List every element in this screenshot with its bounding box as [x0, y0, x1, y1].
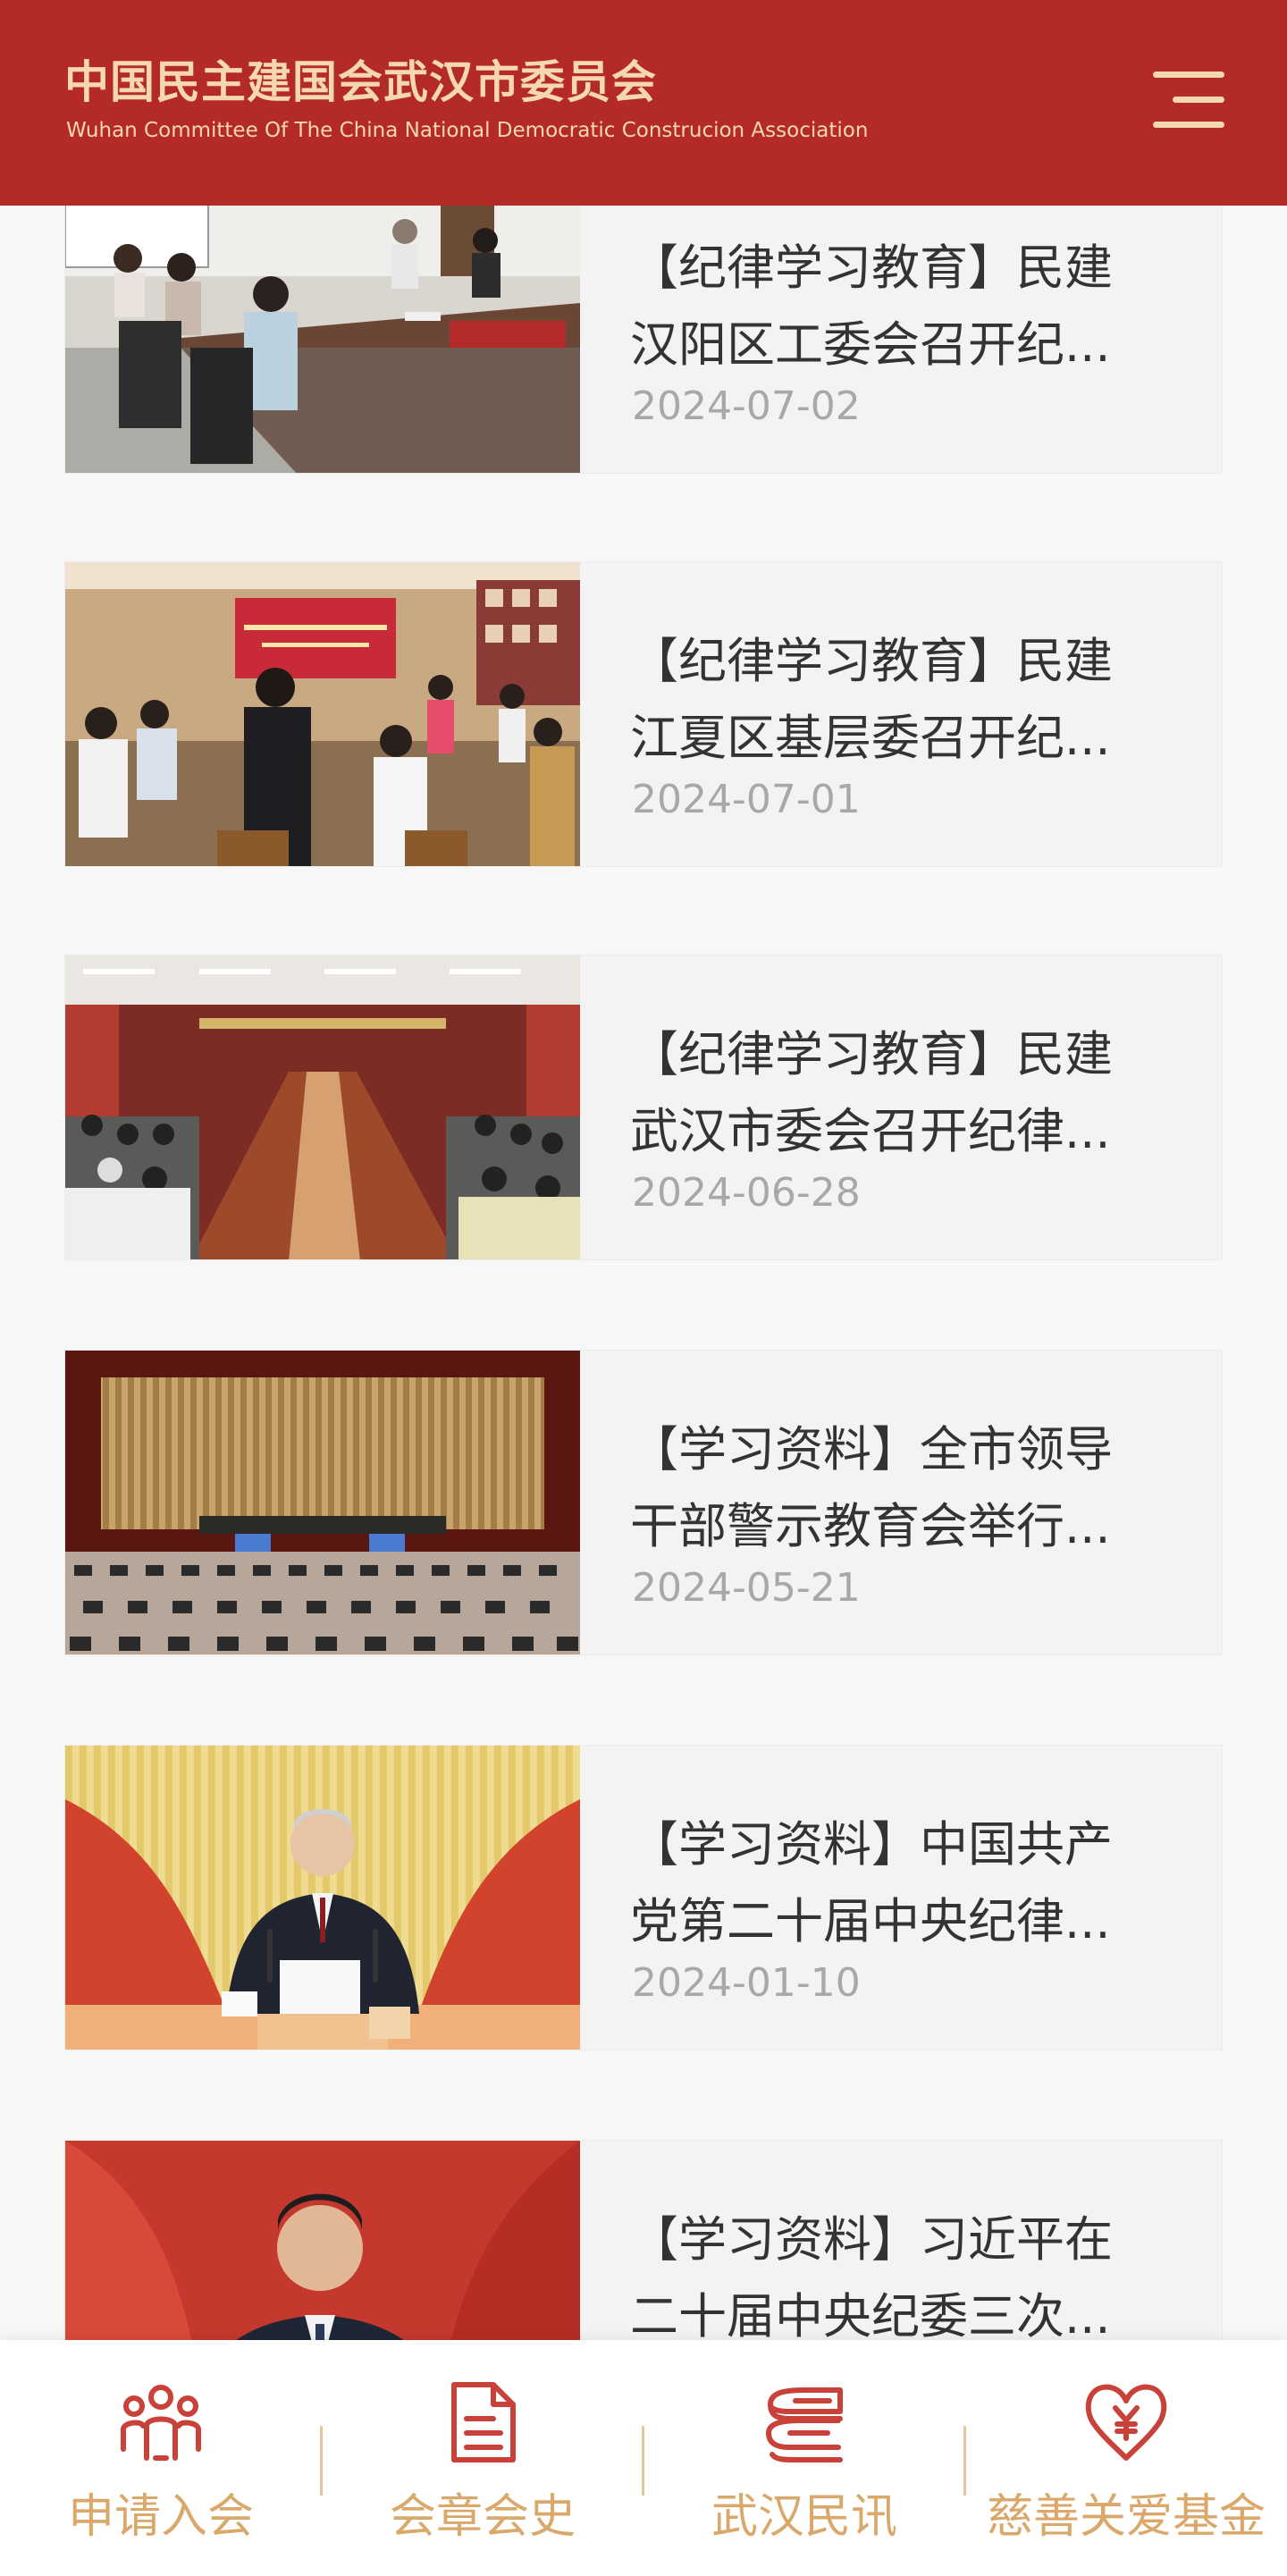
nav-label: 武汉民讯 — [711, 2490, 897, 2544]
site-subtitle: Wuhan Committee Of The China National De… — [66, 119, 869, 142]
news-title[interactable]: 【纪律学习教育】民建 武汉市委会召开纪律... — [630, 1016, 1184, 1170]
news-thumbnail — [65, 562, 580, 866]
people-group-icon — [116, 2378, 206, 2467]
news-title[interactable]: 【学习资料】全市领导 干部警示教育会举行... — [630, 1411, 1184, 1565]
nav-label: 会章会史 — [389, 2490, 576, 2544]
nav-item-charter[interactable]: 会章会史 — [322, 2340, 644, 2576]
heart-yuan-icon — [1081, 2378, 1171, 2467]
nav-label: 慈善关爱基金 — [986, 2490, 1266, 2544]
list-item[interactable]: 【纪律学习教育】民建 江夏区基层委召开纪... 2024-07-01 — [64, 561, 1223, 867]
news-thumbnail — [65, 1746, 580, 2050]
nav-item-news[interactable]: 武汉民讯 — [644, 2340, 965, 2576]
list-item[interactable]: 【纪律学习教育】民建 武汉市委会召开纪律... 2024-06-28 — [64, 955, 1223, 1260]
stacked-books-icon — [760, 2378, 849, 2467]
document-icon — [438, 2378, 527, 2467]
bottom-nav: 申请入会 会章会史 武汉民讯 慈善关爱基金 — [0, 2340, 1287, 2576]
news-date: 2024-01-10 — [632, 1960, 861, 2006]
news-date: 2024-05-21 — [632, 1565, 861, 1611]
list-item[interactable]: 【学习资料】全市领导 干部警示教育会举行... 2024-05-21 — [64, 1350, 1223, 1655]
nav-label: 申请入会 — [67, 2490, 254, 2544]
list-item[interactable]: 【学习资料】中国共产 党第二十届中央纪律... 2024-01-10 — [64, 1745, 1223, 2050]
news-thumbnail — [65, 1351, 580, 1654]
news-date: 2024-07-01 — [632, 777, 861, 822]
news-title[interactable]: 【学习资料】习近平在 二十届中央纪委三次... — [630, 2201, 1184, 2355]
news-title[interactable]: 【纪律学习教育】民建 汉阳区工委会召开纪... — [630, 230, 1184, 383]
news-thumbnail — [65, 169, 580, 473]
news-date: 2024-07-02 — [632, 383, 861, 429]
news-title[interactable]: 【纪律学习教育】民建 江夏区基层委召开纪... — [630, 623, 1184, 777]
news-thumbnail — [65, 955, 580, 1259]
nav-item-join[interactable]: 申请入会 — [0, 2340, 322, 2576]
news-title[interactable]: 【学习资料】中国共产 党第二十届中央纪律... — [630, 1806, 1184, 1960]
list-item[interactable]: 【纪律学习教育】民建 汉阳区工委会召开纪... 2024-07-02 — [64, 168, 1223, 474]
site-header: 中国民主建国会武汉市委员会 Wuhan Committee Of The Chi… — [0, 0, 1287, 206]
news-date: 2024-06-28 — [632, 1170, 861, 1216]
menu-icon[interactable] — [1149, 68, 1224, 132]
site-title[interactable]: 中国民主建国会武汉市委员会 — [64, 55, 657, 109]
nav-item-charity-fund[interactable]: 慈善关爱基金 — [965, 2340, 1287, 2576]
